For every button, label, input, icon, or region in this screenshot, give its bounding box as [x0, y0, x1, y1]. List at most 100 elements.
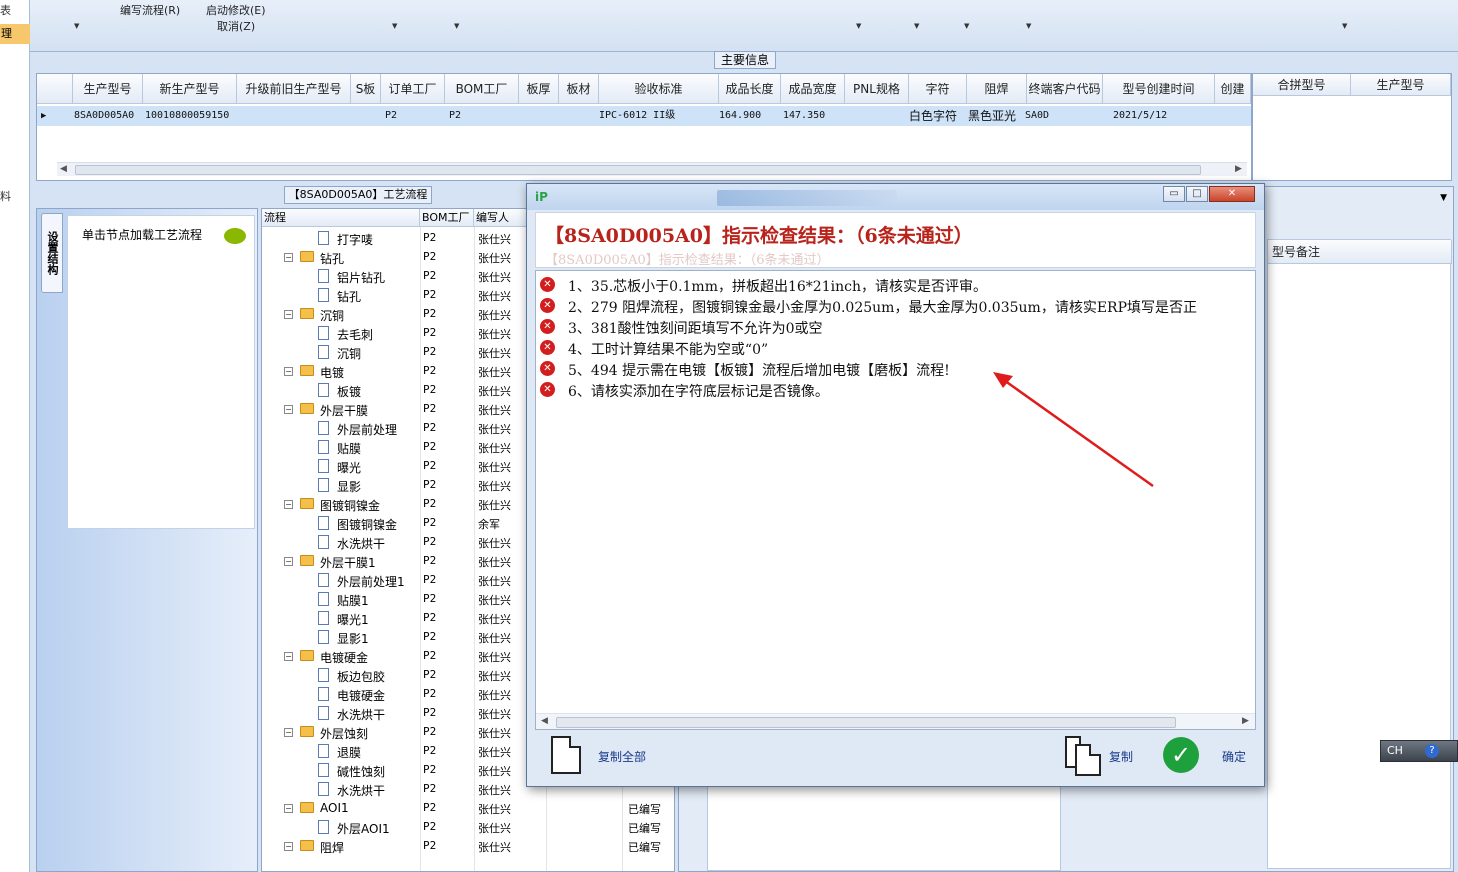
collapse-icon[interactable]: − [284, 310, 293, 319]
left-strip-item-2[interactable]: 料 [0, 188, 11, 204]
scrollbar-thumb[interactable] [75, 165, 1201, 175]
dialog-titlebar[interactable]: iP ▭ □ ✕ [527, 184, 1264, 210]
tree-node-label[interactable]: 电镀硬金 [320, 649, 368, 666]
start-modify-button[interactable]: 启动修改(E) [206, 2, 266, 18]
column-header[interactable]: S板 [351, 74, 381, 104]
copy-all-button[interactable]: 复制全部 [598, 748, 646, 765]
column-header[interactable]: 升级前旧生产型号 [237, 74, 351, 104]
tree-node-label[interactable]: 碱性蚀刻 [337, 763, 385, 780]
tree-node-label[interactable]: 水洗烘干 [337, 535, 385, 552]
scroll-left-icon[interactable]: ◀ [541, 716, 548, 726]
tree-node-label[interactable]: 外层前处理1 [337, 573, 405, 590]
column-header[interactable]: 成品宽度 [781, 74, 845, 104]
message-item[interactable]: ✕ 3、381酸性蚀刻间距填写不允许为0或空 [540, 316, 1255, 337]
column-header[interactable]: 创建 [1215, 74, 1251, 104]
tree-node-label[interactable]: 外层AOI1 [337, 820, 390, 837]
left-strip-item-1[interactable]: 理 [0, 24, 30, 44]
table-cell[interactable]: 白色字符 [909, 106, 957, 126]
tree-node-label[interactable]: 板镀 [337, 383, 361, 400]
column-header[interactable]: 型号创建时间 [1103, 74, 1215, 104]
table-cell[interactable]: SA0D [1025, 106, 1049, 126]
column-header[interactable]: 字符 [909, 74, 967, 104]
tree-node-label[interactable]: 图镀铜镍金 [337, 516, 397, 533]
tree-node-label[interactable]: 钻孔 [337, 288, 361, 305]
collapse-icon[interactable]: − [284, 367, 293, 376]
column-header[interactable]: 生产型号 [1351, 74, 1451, 96]
ime-indicator[interactable]: CH ? [1380, 740, 1458, 762]
tree-row[interactable]: − AOI1 P2 张仕兴 已编写 [262, 799, 674, 818]
tree-node-label[interactable]: 铝片钻孔 [337, 269, 385, 286]
tree-node-label[interactable]: 贴膜1 [337, 592, 369, 609]
ribbon-dropdown-icon[interactable]: ▼ [1026, 22, 1031, 30]
tree-row[interactable]: 外层AOI1 P2 张仕兴 已编写 [262, 818, 674, 837]
tree-node-label[interactable]: 外层蚀刻 [320, 725, 368, 742]
scroll-left-icon[interactable]: ◀ [60, 164, 67, 174]
table-cell[interactable]: 164.900 [719, 106, 761, 126]
scroll-right-icon[interactable]: ▶ [1235, 164, 1242, 174]
column-header[interactable]: BOM工厂 [420, 209, 474, 227]
column-header[interactable]: 合拼型号 [1253, 74, 1351, 96]
collapse-icon[interactable]: − [284, 842, 293, 851]
tree-node-label[interactable]: 曝光1 [337, 611, 369, 628]
tree-node-label[interactable]: 外层前处理 [337, 421, 397, 438]
tree-node-label[interactable]: 曝光 [337, 459, 361, 476]
tree-node-label[interactable]: 沉铜 [337, 345, 361, 362]
ribbon-dropdown-icon[interactable]: ▼ [454, 22, 459, 30]
tree-node-label[interactable]: 图镀铜镍金 [320, 497, 380, 514]
checkmark-icon[interactable]: ✓ [1163, 737, 1199, 773]
tree-node-label[interactable]: 显影 [337, 478, 361, 495]
table-row[interactable]: ▶ 8SA0D005A0 10010800059150 P2 P2 IPC-60… [37, 106, 1251, 126]
column-header[interactable]: 阻焊 [967, 74, 1027, 104]
tree-node-label[interactable]: 外层干膜1 [320, 554, 376, 571]
table-cell[interactable]: 黑色亚光 [968, 106, 1016, 126]
column-header[interactable]: 订单工厂 [381, 74, 445, 104]
ok-button[interactable]: 确定 [1222, 748, 1246, 765]
tree-node-label[interactable]: 显影1 [337, 630, 369, 647]
collapse-icon[interactable]: − [284, 557, 293, 566]
table-cell[interactable]: P2 [449, 106, 461, 126]
table-cell[interactable]: 147.350 [783, 106, 825, 126]
collapse-icon[interactable]: − [284, 728, 293, 737]
table-cell[interactable]: 8SA0D005A0 [74, 106, 134, 126]
tree-row[interactable]: − 阻焊 P2 张仕兴 已编写 [262, 837, 674, 856]
tree-node-label[interactable]: 电镀硬金 [337, 687, 385, 704]
column-header[interactable]: 终端客户代码 [1027, 74, 1103, 104]
column-header[interactable]: 生产型号 [73, 74, 143, 104]
model-remark-header[interactable]: 型号备注 [1268, 240, 1452, 264]
collapse-icon[interactable]: − [284, 253, 293, 262]
column-header[interactable]: 成品长度 [719, 74, 781, 104]
minimize-button[interactable]: ▭ [1163, 186, 1185, 202]
tree-node-label[interactable]: 外层干膜 [320, 402, 368, 419]
ribbon-dropdown-icon[interactable]: ▼ [914, 22, 919, 30]
ribbon-dropdown-icon[interactable]: ▼ [1342, 22, 1347, 30]
column-header[interactable]: 板厚 [519, 74, 559, 104]
column-header[interactable]: PNL规格 [845, 74, 909, 104]
scroll-right-icon[interactable]: ▶ [1242, 716, 1249, 726]
table-cell[interactable]: IPC-6012 II级 [599, 106, 675, 126]
write-process-button[interactable]: 编写流程(R) [120, 2, 180, 18]
left-strip-item-0[interactable]: 表 [0, 2, 11, 18]
table-cell[interactable]: 10010800059150 [145, 106, 229, 126]
ribbon-dropdown-icon[interactable]: ▼ [392, 22, 397, 30]
dropdown-icon[interactable]: ▼ [1440, 193, 1447, 203]
help-icon[interactable]: ? [1425, 744, 1439, 758]
column-header[interactable]: 验收标准 [599, 74, 719, 104]
table-cell[interactable]: 2021/5/12 [1113, 106, 1167, 126]
maximize-button[interactable]: □ [1186, 186, 1208, 202]
tree-node-label[interactable]: 退膜 [337, 744, 361, 761]
copy-button[interactable]: 复制 [1109, 748, 1133, 765]
column-header[interactable]: BOM工厂 [445, 74, 519, 104]
vertical-tab-structure[interactable]: 设置结构 [41, 213, 63, 293]
tree-node-label[interactable]: 去毛刺 [337, 326, 373, 343]
column-header[interactable]: 板材 [559, 74, 599, 104]
collapse-icon[interactable]: − [284, 405, 293, 414]
column-header[interactable]: 流程 [262, 209, 420, 227]
collapse-icon[interactable]: − [284, 500, 293, 509]
cancel-button[interactable]: 取消(Z) [217, 18, 255, 34]
horizontal-scrollbar[interactable]: ◀ ▶ [57, 162, 1247, 176]
tree-node-label[interactable]: 打字唛 [337, 231, 373, 248]
tree-node-label[interactable]: 沉铜 [320, 307, 344, 324]
tree-node-label[interactable]: 阻焊 [320, 839, 344, 856]
tree-node-label[interactable]: 贴膜 [337, 440, 361, 457]
scrollbar-thumb[interactable] [556, 717, 1176, 728]
